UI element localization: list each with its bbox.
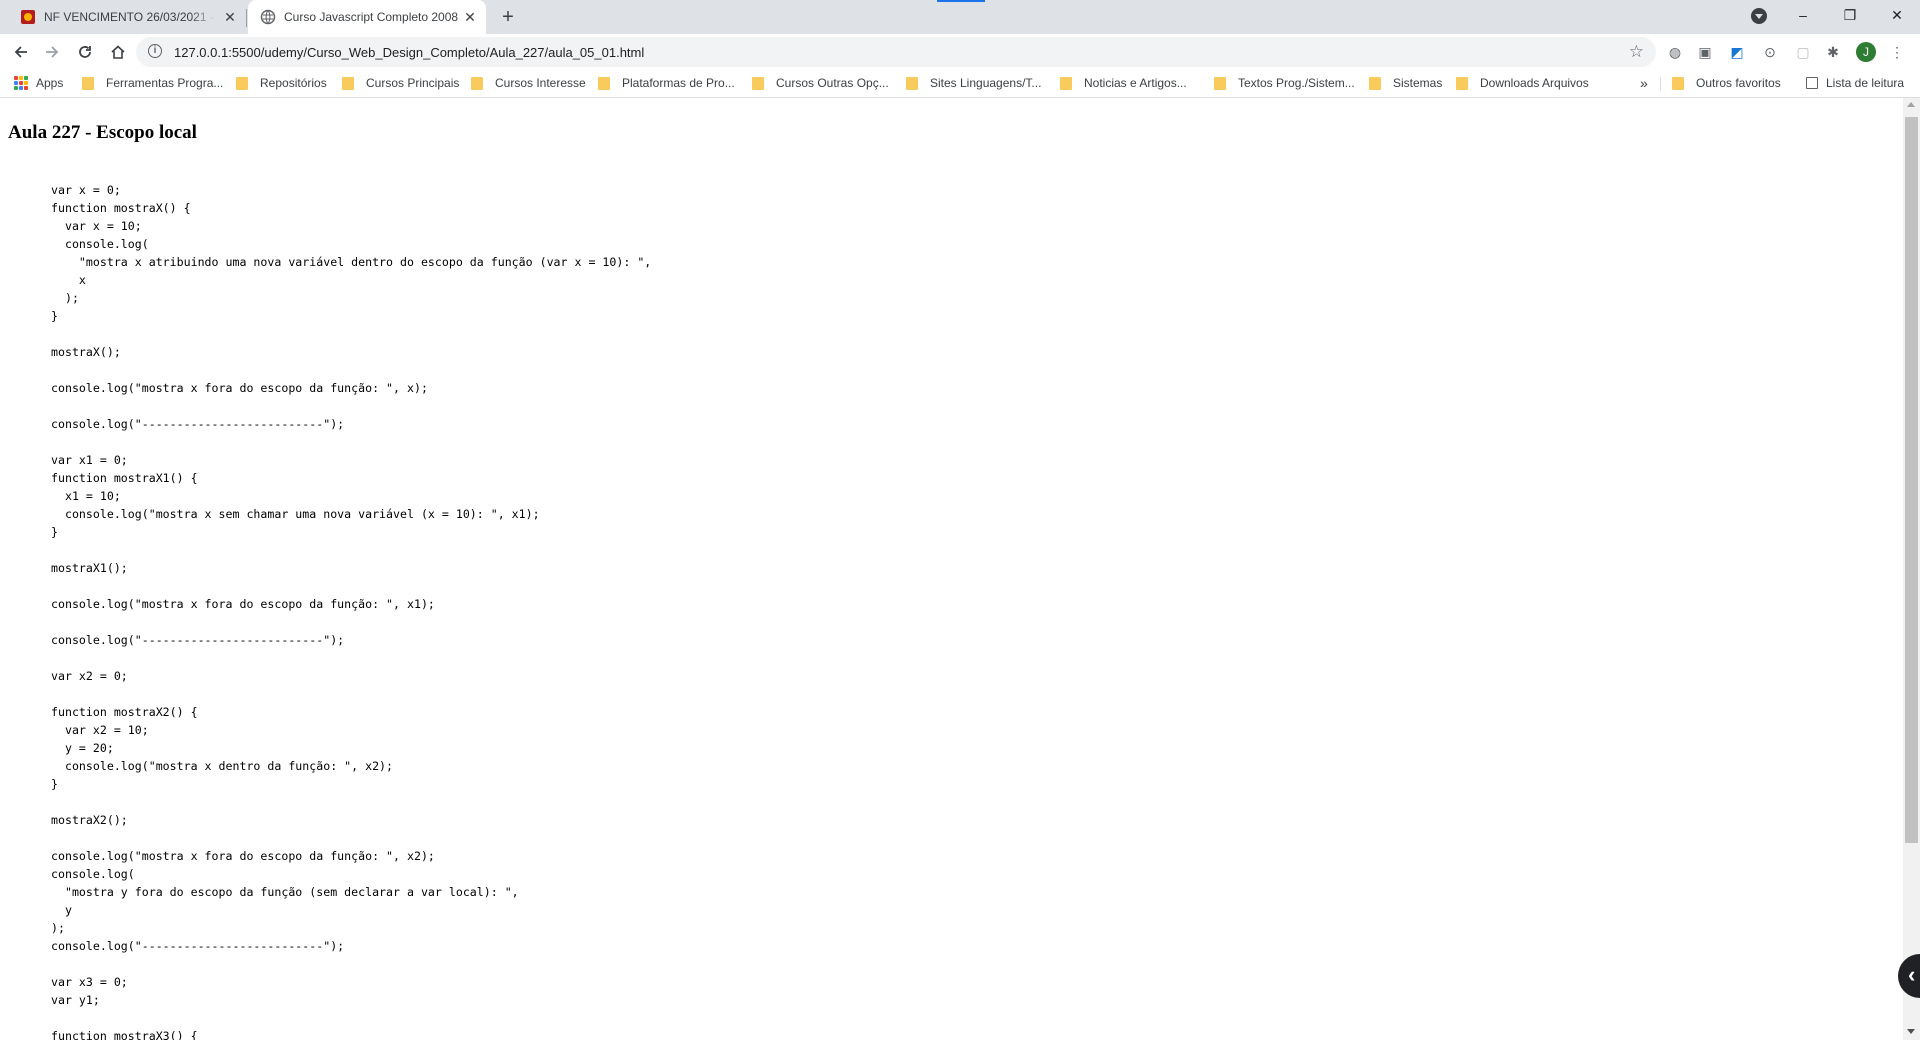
folder-icon xyxy=(82,76,94,90)
bookmark-apps[interactable]: Apps xyxy=(14,76,63,90)
profile-avatar[interactable]: J xyxy=(1856,42,1876,62)
reading-list-icon xyxy=(1806,77,1818,89)
folder-icon xyxy=(752,76,764,90)
bookmark-folder[interactable]: Cursos Interesse xyxy=(471,76,586,90)
extension-circle-icon[interactable]: ⊙ xyxy=(1761,43,1779,61)
bookmarks-divider xyxy=(1660,77,1661,91)
tab-curso-javascript[interactable]: Curso Javascript Completo 2008 ✕ xyxy=(248,0,486,34)
bookmark-label: Downloads Arquivos xyxy=(1480,76,1589,90)
page-heading: Aula 227 - Escopo local xyxy=(8,122,197,143)
bookmark-label: Cursos Interesse xyxy=(495,76,586,90)
tab-search-icon[interactable] xyxy=(1751,8,1767,24)
scroll-down-arrow-icon[interactable] xyxy=(1907,1029,1915,1034)
forward-arrow-icon[interactable] xyxy=(40,40,64,64)
site-info-icon[interactable]: i xyxy=(148,44,162,58)
menu-kebab-icon[interactable]: ⋮ xyxy=(1888,43,1906,61)
home-icon[interactable] xyxy=(106,40,130,64)
new-tab-button[interactable]: + xyxy=(496,6,520,30)
bookmark-other-favorites[interactable]: Outros favoritos xyxy=(1672,76,1781,90)
bookmark-label: Textos Prog./Sistem... xyxy=(1238,76,1355,90)
scrollbar-thumb[interactable] xyxy=(1905,117,1918,843)
folder-icon xyxy=(1060,76,1072,90)
bookmark-folder[interactable]: Sistemas xyxy=(1369,76,1442,90)
bookmark-label: Noticias e Artigos... xyxy=(1084,76,1187,90)
bookmark-folder[interactable]: Cursos Outras Opç... xyxy=(752,76,889,90)
folder-icon xyxy=(1369,76,1381,90)
close-window-button[interactable]: ✕ xyxy=(1874,0,1920,30)
url-text[interactable]: 127.0.0.1:5500/udemy/Curso_Web_Design_Co… xyxy=(174,45,644,60)
tab-title: NF VENCIMENTO 26/03/2021 - jo xyxy=(44,10,216,24)
bookmark-folder[interactable]: Cursos Principais xyxy=(342,76,459,90)
bookmark-label: Cursos Principais xyxy=(366,76,460,90)
tab-title: Curso Javascript Completo 2008 xyxy=(284,10,459,24)
bookmark-label: Cursos Outras Opç... xyxy=(776,76,889,90)
bookmark-label: Ferramentas Progra... xyxy=(106,76,224,90)
extensions-puzzle-icon[interactable]: ✱ xyxy=(1824,43,1842,61)
vertical-scrollbar[interactable] xyxy=(1903,98,1920,1040)
bookmark-label: Sites Linguagens/T... xyxy=(930,76,1042,90)
bookmark-label: Plataformas de Pro... xyxy=(622,76,735,90)
address-bar[interactable]: i 127.0.0.1:5500/udemy/Curso_Web_Design_… xyxy=(136,37,1656,67)
bookmark-folder[interactable]: Sites Linguagens/T... xyxy=(906,76,1041,90)
folder-icon xyxy=(598,76,610,90)
code-block: var x = 0; function mostraX() { var x = … xyxy=(51,183,652,1040)
bookmark-folder[interactable]: Ferramentas Progra... xyxy=(82,76,223,90)
bookmark-label: Repositórios xyxy=(260,76,327,90)
tab-divider xyxy=(246,9,247,27)
extension-grey-icon[interactable]: ▢ xyxy=(1794,43,1812,61)
extension-globe-icon[interactable]: ◍ xyxy=(1666,43,1684,61)
bookmark-star-icon[interactable]: ☆ xyxy=(1629,42,1644,62)
scroll-up-arrow-icon[interactable] xyxy=(1907,102,1915,107)
bookmark-label: Outros favoritos xyxy=(1696,76,1781,90)
bookmarks-bar: Apps Ferramentas Progra... Repositórios … xyxy=(0,70,1920,98)
globe-icon xyxy=(260,9,276,25)
reading-list-button[interactable]: Lista de leitura xyxy=(1806,76,1904,90)
extension-blue-icon[interactable]: ◩ xyxy=(1728,43,1746,61)
close-tab-icon[interactable]: ✕ xyxy=(462,9,478,25)
bookmark-folder[interactable]: Plataformas de Pro... xyxy=(598,76,735,90)
back-arrow-icon[interactable] xyxy=(9,40,33,64)
reload-icon[interactable] xyxy=(73,40,97,64)
bookmark-folder[interactable]: Textos Prog./Sistem... xyxy=(1214,76,1355,90)
close-tab-icon[interactable]: ✕ xyxy=(222,9,238,25)
pdf-favicon-icon xyxy=(20,9,36,25)
bookmark-folder[interactable]: Downloads Arquivos xyxy=(1456,76,1589,90)
bookmark-label: Apps xyxy=(36,76,64,90)
folder-icon xyxy=(906,76,918,90)
folder-icon xyxy=(471,76,483,90)
folder-icon xyxy=(1456,76,1468,90)
screenshot-extension-icon[interactable]: ▣ xyxy=(1696,43,1714,61)
folder-icon xyxy=(1672,76,1684,90)
apps-grid-icon xyxy=(14,76,28,90)
folder-icon xyxy=(1214,76,1226,90)
tab-strip: NF VENCIMENTO 26/03/2021 - jo ✕ Curso Ja… xyxy=(0,0,1920,34)
tab-nf-vencimento[interactable]: NF VENCIMENTO 26/03/2021 - jo ✕ xyxy=(8,0,246,34)
restore-button[interactable]: ❐ xyxy=(1827,0,1873,30)
folder-icon xyxy=(342,76,354,90)
minimize-button[interactable]: – xyxy=(1780,0,1826,30)
bookmark-label: Lista de leitura xyxy=(1826,76,1905,90)
bookmark-folder[interactable]: Repositórios xyxy=(236,76,327,90)
page-content: Aula 227 - Escopo local var x = 0; funct… xyxy=(0,98,1903,1040)
browser-toolbar: i 127.0.0.1:5500/udemy/Curso_Web_Design_… xyxy=(0,34,1920,70)
bookmarks-overflow-button[interactable]: » xyxy=(1640,75,1648,91)
bookmark-folder[interactable]: Noticias e Artigos... xyxy=(1060,76,1187,90)
folder-icon xyxy=(236,76,248,90)
bookmark-label: Sistemas xyxy=(1393,76,1443,90)
drag-indicator xyxy=(937,0,985,2)
